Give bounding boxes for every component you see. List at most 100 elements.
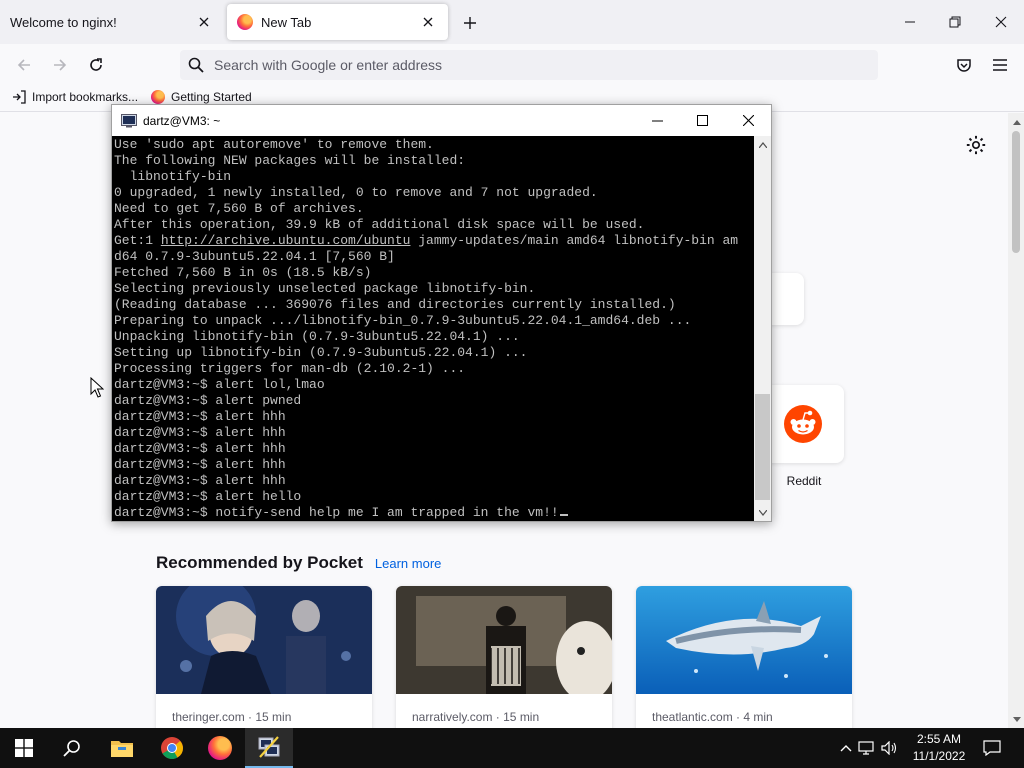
tab-title: New Tab	[261, 14, 312, 30]
taskbar-file-explorer[interactable]	[98, 728, 146, 768]
back-button[interactable]	[11, 53, 37, 77]
start-button[interactable]	[0, 728, 48, 768]
search-taskbar-icon	[63, 740, 80, 757]
gear-icon[interactable]	[965, 134, 987, 156]
terminal-line: dartz@VM3:~$ alert hhh	[114, 473, 286, 488]
new-tab-button[interactable]	[458, 12, 482, 34]
clock-date: 11/1/2022	[912, 749, 966, 763]
taskbar-chrome[interactable]	[148, 728, 196, 768]
terminal-line: Unpacking libnotify-bin (0.7.9-3ubuntu5.…	[114, 329, 520, 344]
terminal-line: dartz@VM3:~$ alert lol,lmao	[114, 377, 325, 392]
tab-title: Welcome to nginx!	[10, 14, 117, 30]
putty-icon	[121, 113, 137, 127]
terminal-line: dartz@VM3:~$ alert hello	[114, 489, 302, 504]
pocket-title: Recommended by Pocket	[156, 553, 363, 572]
terminal-title: dartz@VM3: ~	[143, 113, 221, 128]
taskbar-putty[interactable]	[245, 728, 293, 768]
tab-nginx[interactable]: Welcome to nginx!	[0, 4, 224, 40]
terminal-line: dartz@VM3:~$ alert hhh	[114, 425, 286, 440]
scroll-down-arrow[interactable]	[1008, 711, 1024, 728]
pocket-card[interactable]: theatlantic.com · 4 min	[636, 586, 852, 728]
reload-button[interactable]	[83, 53, 109, 77]
terminal-scrollbar[interactable]	[754, 136, 771, 521]
bookmark-import[interactable]: Import bookmarks...	[12, 90, 138, 104]
import-icon	[13, 90, 26, 104]
terminal-prompt-line[interactable]: dartz@VM3:~$ notify-send help me I am tr…	[114, 505, 754, 521]
card-image	[156, 586, 372, 694]
terminal-line-get: Get:1 http://archive.ubuntu.com/ubuntu j…	[114, 233, 754, 249]
taskbar-clock[interactable]: 2:55 AM 11/1/2022	[906, 731, 972, 765]
system-tray	[838, 728, 900, 768]
terminal-minimize-button[interactable]	[645, 109, 669, 131]
file-explorer-icon	[111, 741, 133, 757]
minimize-button[interactable]	[898, 10, 922, 34]
menu-icon	[993, 59, 1007, 71]
card-source: narratively.com · 15 min	[412, 710, 540, 724]
taskbar: 2:55 AM 11/1/2022	[0, 728, 1024, 768]
volume-icon[interactable]	[878, 728, 900, 768]
scroll-thumb[interactable]	[1012, 131, 1020, 253]
plus-icon	[464, 17, 476, 29]
network-icon[interactable]	[854, 728, 878, 768]
clock-time: 2:55 AM	[916, 732, 962, 746]
firefox-icon	[237, 14, 253, 30]
bookmark-getting-started[interactable]: Getting Started	[151, 90, 252, 104]
taskbar-search-button[interactable]	[48, 728, 96, 768]
terminal-line: Need to get 7,560 B of archives.	[114, 201, 364, 216]
restore-button[interactable]	[943, 10, 967, 34]
terminal-output[interactable]: Use 'sudo apt autoremove' to remove them…	[112, 136, 754, 521]
terminal-line: Fetched 7,560 B in 0s (18.5 kB/s)	[114, 265, 372, 280]
terminal-close-button[interactable]	[736, 109, 760, 131]
scroll-up-arrow[interactable]	[1008, 113, 1024, 130]
back-icon	[17, 59, 30, 71]
scroll-up-arrow[interactable]	[754, 136, 771, 153]
terminal-line: (Reading database ... 369076 files and d…	[114, 297, 676, 312]
shortcut-tile-reddit[interactable]	[762, 385, 844, 463]
card-image	[636, 586, 852, 694]
windows-start-icon	[15, 739, 33, 757]
terminal-titlebar[interactable]: dartz@VM3: ~	[112, 105, 771, 136]
terminal-line: After this operation, 39.9 kB of additio…	[114, 217, 645, 232]
terminal-line: libnotify-bin	[114, 169, 232, 184]
chevron-up-icon[interactable]	[838, 728, 854, 768]
notification-center-button[interactable]	[978, 728, 1006, 768]
forward-icon	[54, 59, 67, 71]
card-source: theatlantic.com · 4 min	[652, 710, 773, 724]
card-source: theringer.com · 15 min	[172, 710, 292, 724]
firefox-icon	[151, 90, 165, 104]
url-bar[interactable]	[180, 50, 878, 80]
page-scrollbar[interactable]	[1008, 113, 1024, 728]
pocket-card[interactable]: theringer.com · 15 min	[156, 586, 372, 728]
tab-new-tab[interactable]: New Tab	[227, 4, 448, 40]
pocket-card[interactable]: narratively.com · 15 min	[396, 586, 612, 728]
bookmark-label: Import bookmarks...	[32, 90, 139, 104]
close-window-button[interactable]	[989, 10, 1013, 34]
terminal-scroll-thumb[interactable]	[755, 394, 770, 500]
url-input[interactable]	[214, 57, 878, 73]
learn-more-link[interactable]: Learn more	[375, 556, 441, 571]
terminal-line: dartz@VM3:~$ alert hhh	[114, 441, 286, 456]
forward-button[interactable]	[47, 53, 73, 77]
terminal-line: dartz@VM3:~$ alert hhh	[114, 409, 286, 424]
bookmark-label: Getting Started	[171, 90, 252, 104]
scroll-down-arrow[interactable]	[754, 504, 771, 521]
pocket-header: Recommended by Pocket Learn more	[156, 553, 441, 573]
search-icon	[188, 57, 204, 73]
close-icon[interactable]	[194, 12, 214, 32]
chrome-icon	[161, 737, 183, 759]
terminal-maximize-button[interactable]	[690, 109, 714, 131]
terminal-window[interactable]: dartz@VM3: ~ Use 'sudo apt autoremove' t…	[111, 104, 772, 522]
pocket-button[interactable]	[951, 53, 977, 77]
app-menu-button[interactable]	[987, 53, 1013, 77]
close-icon[interactable]	[418, 12, 438, 32]
pocket-icon	[957, 59, 971, 72]
terminal-lines: Use 'sudo apt autoremove' to remove them…	[114, 137, 754, 521]
taskbar-firefox[interactable]	[196, 728, 244, 768]
reload-icon	[90, 58, 102, 71]
get-suffix: jammy-updates/main amd64 libnotify-bin a…	[410, 233, 739, 248]
repo-url-link[interactable]: http://archive.ubuntu.com/ubuntu	[161, 233, 411, 248]
text-cursor	[559, 514, 568, 516]
mouse-pointer-icon	[90, 377, 104, 398]
terminal-line: 0 upgraded, 1 newly installed, 0 to remo…	[114, 185, 598, 200]
terminal-command: dartz@VM3:~$ notify-send help me I am tr…	[114, 505, 559, 520]
